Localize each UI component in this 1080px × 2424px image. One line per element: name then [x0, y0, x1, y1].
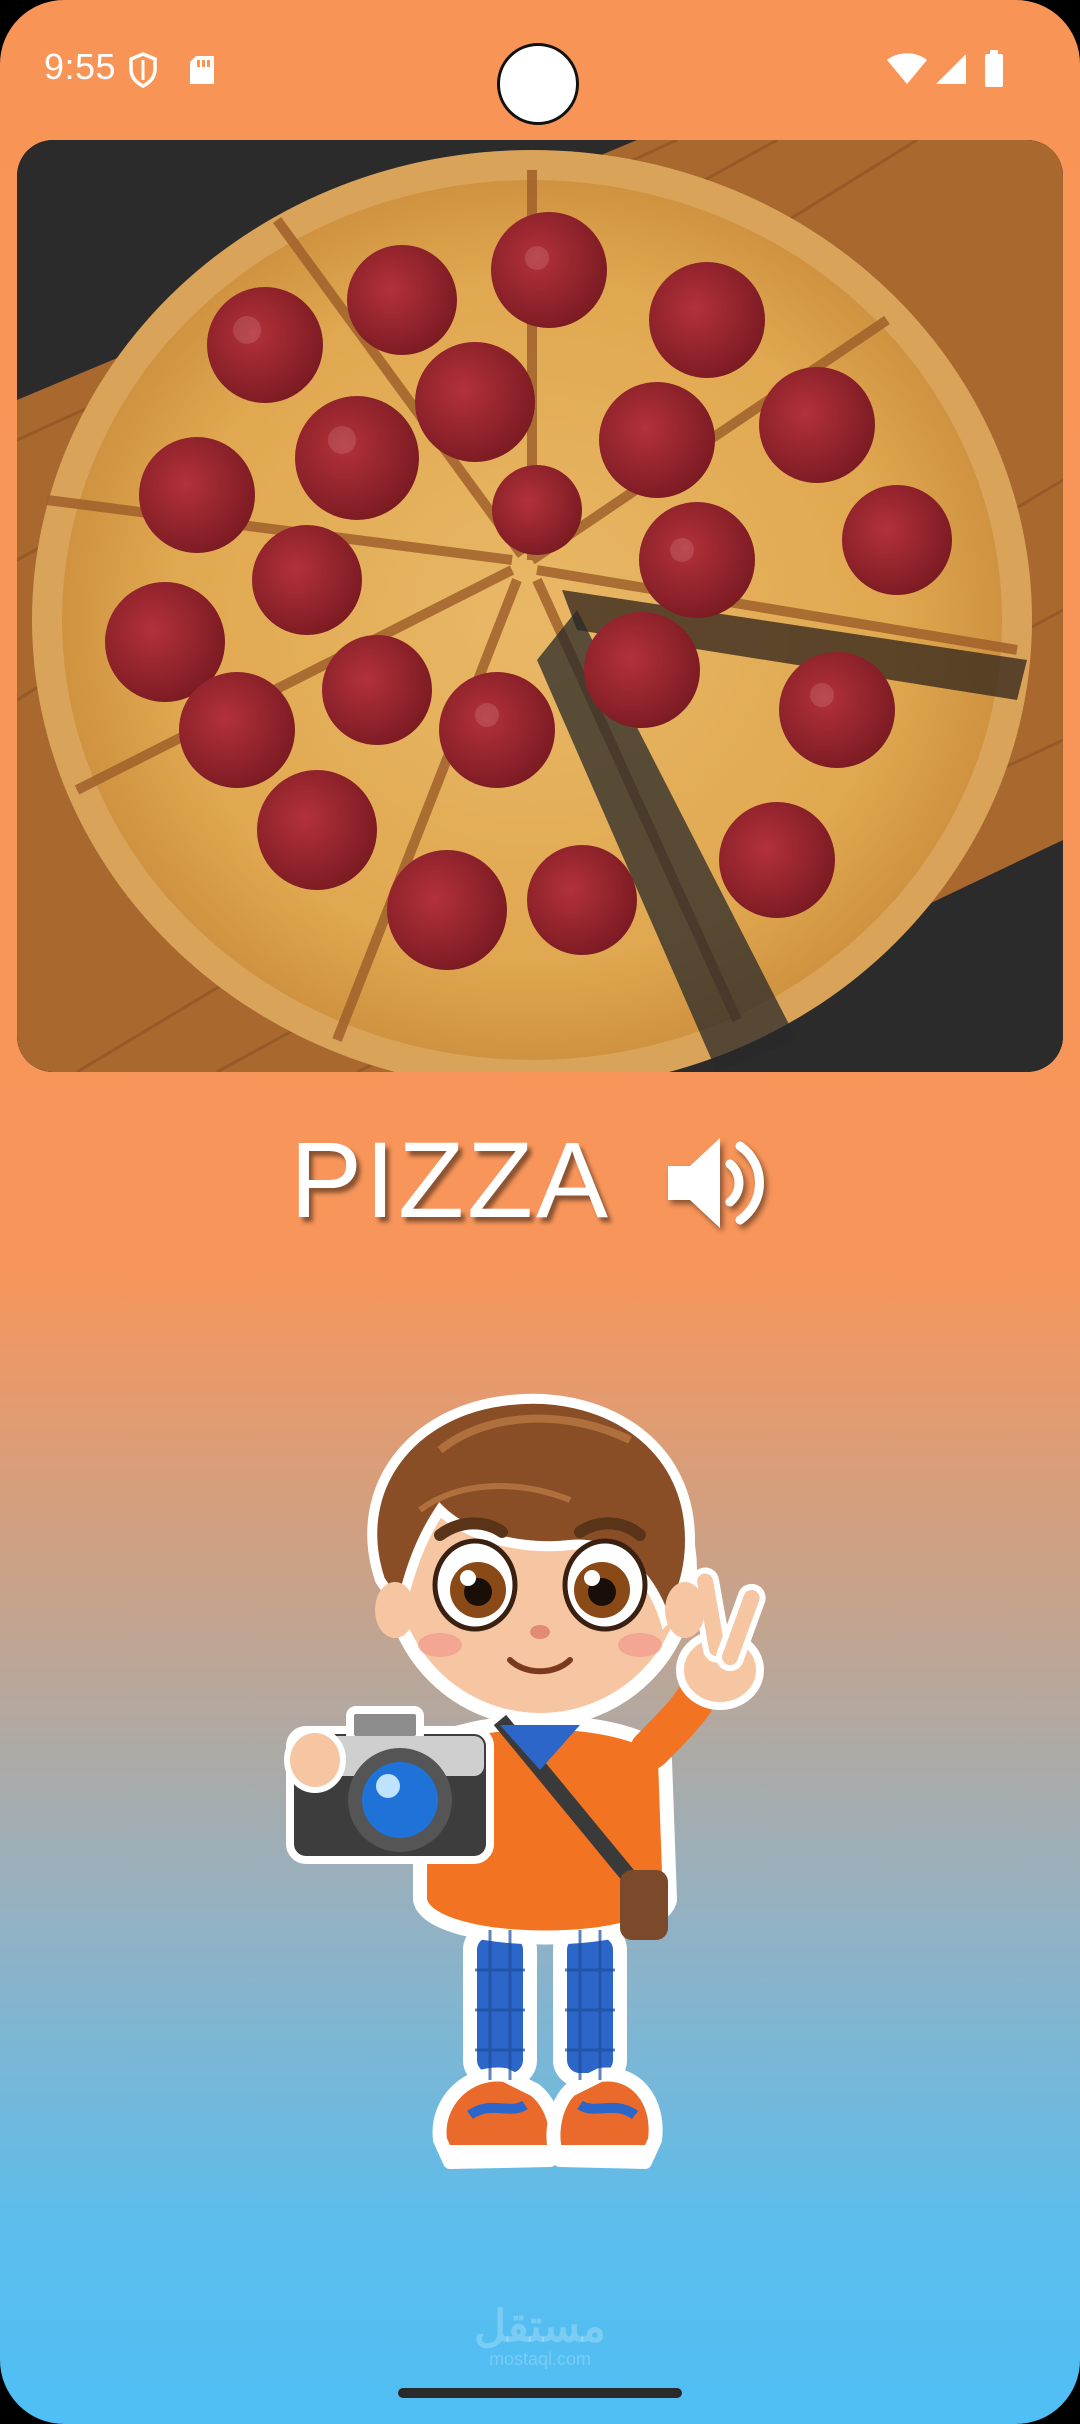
status-bar: 9:55	[0, 0, 1080, 140]
word-label: PIZZA	[290, 1119, 612, 1240]
word-row: PIZZA	[0, 1110, 1080, 1250]
speaker-volume-icon[interactable]	[664, 1128, 776, 1238]
boy-with-camera-illustration	[284, 1393, 766, 2169]
watermark-arabic: مستقل	[474, 2302, 606, 2351]
battery-icon	[985, 50, 1003, 87]
home-indicator[interactable]	[398, 2388, 682, 2398]
front-camera	[497, 43, 579, 125]
watermark: مستقل mostaql.com	[470, 2302, 610, 2370]
shield-icon	[129, 52, 157, 88]
status-time: 9:55	[44, 46, 117, 87]
sd-card-icon	[190, 56, 214, 84]
wifi-icon	[887, 53, 927, 84]
app-screen: 9:55 PIZZA مستقل mostaql.com	[0, 0, 1080, 2424]
watermark-latin: mostaql.com	[488, 2349, 592, 2369]
pepperoni-pizza-photo	[17, 140, 1063, 1072]
word-image-card	[17, 140, 1063, 1072]
cell-signal-icon	[936, 54, 966, 84]
